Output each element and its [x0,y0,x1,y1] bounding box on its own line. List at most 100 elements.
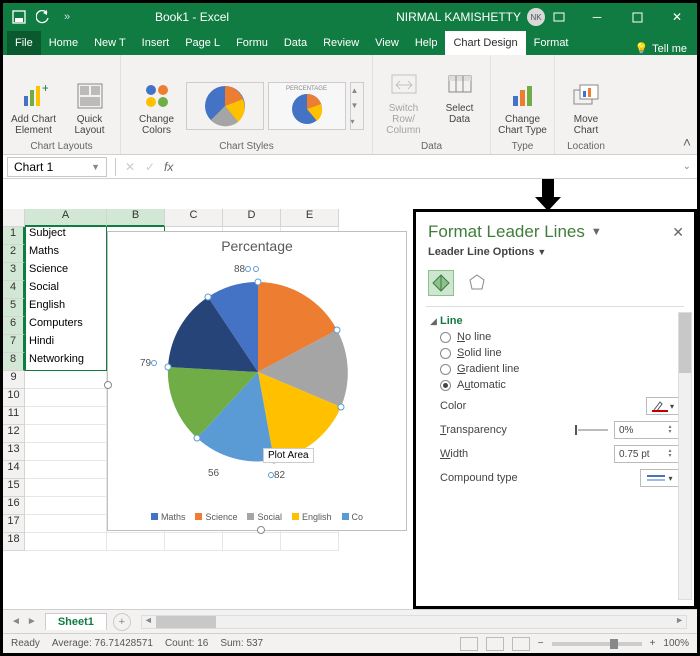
transparency-input[interactable]: 0%▴▾ [614,421,680,439]
cell[interactable]: Social [25,281,107,299]
zoom-out-button[interactable]: − [538,638,544,649]
width-input[interactable]: 0.75 pt▴▾ [614,445,680,463]
cell[interactable]: Networking [25,353,107,371]
data-label-82[interactable]: 82 [274,470,285,481]
cell[interactable]: English [25,299,107,317]
tab-new[interactable]: New T [86,31,134,55]
quick-layout-button[interactable]: Quick Layout [63,78,117,138]
transparency-slider[interactable] [578,429,608,431]
cancel-formula-icon[interactable]: ✕ [120,160,140,174]
row-header[interactable]: 2 [3,245,25,263]
avatar[interactable]: NK [527,8,545,26]
cell[interactable] [25,407,107,425]
row-header[interactable]: 14 [3,461,25,479]
data-label-79[interactable]: 79 [140,358,151,369]
normal-view-button[interactable] [460,637,478,651]
row-header[interactable]: 17 [3,515,25,533]
cell[interactable]: Computers [25,317,107,335]
row-header[interactable]: 8 [3,353,25,371]
fill-line-tab-icon[interactable] [428,270,454,296]
tab-formulas[interactable]: Formu [228,31,276,55]
enter-formula-icon[interactable]: ✓ [140,160,160,174]
row-header[interactable]: 15 [3,479,25,497]
cell[interactable]: Subject [25,227,107,245]
row-header[interactable]: 11 [3,407,25,425]
collapse-ribbon-icon[interactable]: ˄ [683,134,691,150]
pane-subtitle[interactable]: Leader Line Options [428,246,534,258]
row-header[interactable]: 16 [3,497,25,515]
pane-scrollbar[interactable] [678,312,692,600]
minimize-button[interactable]: ─ [577,3,617,31]
compound-type-picker[interactable]: ▾ [640,469,680,487]
select-data-button[interactable]: Select Data [433,67,487,138]
save-icon[interactable] [11,9,27,25]
sheet-nav-next-icon[interactable]: ► [27,616,37,627]
close-button[interactable]: ✕ [657,3,697,31]
cell[interactable] [25,479,107,497]
chevron-down-icon[interactable]: ▼ [91,162,100,172]
cell[interactable]: Maths [25,245,107,263]
col-header-E[interactable]: E [281,209,339,227]
col-header-B[interactable]: B [107,209,165,227]
zoom-slider[interactable] [552,642,642,646]
row-header[interactable]: 5 [3,299,25,317]
effects-tab-icon[interactable] [464,270,490,296]
section-line[interactable]: Line [440,315,463,327]
cell[interactable] [25,515,107,533]
cell[interactable] [165,533,223,551]
row-header[interactable]: 3 [3,263,25,281]
chart-object[interactable]: Percentage [107,231,407,531]
tab-page-layout[interactable]: Page L [177,31,228,55]
add-chart-element-button[interactable]: + Add Chart Element [7,78,61,138]
cell[interactable]: Hindi [25,335,107,353]
tab-file[interactable]: File [7,31,41,55]
close-pane-button[interactable]: ✕ [672,224,684,241]
cell[interactable] [25,425,107,443]
cell[interactable] [25,461,107,479]
row-header[interactable]: 6 [3,317,25,335]
zoom-in-button[interactable]: + [650,638,656,649]
col-header-A[interactable]: A [25,209,107,227]
chart-title[interactable]: Percentage [108,238,406,254]
chart-style-2[interactable]: PERCENTAGE [268,82,346,130]
style-gallery-more[interactable]: ▲▼▾ [350,82,364,130]
row-header[interactable]: 18 [3,533,25,551]
sheet-tab-sheet1[interactable]: Sheet1 [45,613,107,630]
cell[interactable] [25,371,107,389]
radio-no-line[interactable]: No line [440,331,680,343]
tab-chart-design[interactable]: Chart Design [445,31,525,55]
ribbon-display-icon[interactable] [551,9,567,25]
cell[interactable] [25,497,107,515]
radio-solid-line[interactable]: Solid line [440,347,680,359]
radio-automatic[interactable]: Automatic [440,379,680,391]
cell[interactable] [25,389,107,407]
row-header[interactable]: 4 [3,281,25,299]
cell[interactable] [281,533,339,551]
col-header-D[interactable]: D [223,209,281,227]
tab-view[interactable]: View [367,31,407,55]
new-sheet-button[interactable]: + [113,613,131,631]
tab-help[interactable]: Help [407,31,446,55]
cell[interactable]: Science [25,263,107,281]
tab-format[interactable]: Format [526,31,577,55]
col-header-C[interactable]: C [165,209,223,227]
redo-icon[interactable]: » [59,9,75,25]
change-chart-type-button[interactable]: Change Chart Type [496,78,550,138]
color-picker[interactable]: ▾ [646,397,680,415]
data-label-88[interactable]: 88 [234,264,245,275]
fx-icon[interactable]: fx [164,160,173,174]
zoom-level[interactable]: 100% [663,638,689,649]
tab-insert[interactable]: Insert [134,31,178,55]
row-header[interactable]: 7 [3,335,25,353]
data-label-56[interactable]: 56 [208,468,219,479]
cell[interactable] [25,533,107,551]
name-box[interactable]: Chart 1 ▼ [7,157,107,177]
page-layout-view-button[interactable] [486,637,504,651]
undo-icon[interactable] [35,9,51,25]
radio-gradient-line[interactable]: Gradient line [440,363,680,375]
tab-home[interactable]: Home [41,31,86,55]
plot-area[interactable]: 88 79 56 82 [158,272,358,472]
maximize-button[interactable] [617,3,657,31]
row-header[interactable]: 9 [3,371,25,389]
change-colors-button[interactable]: Change Colors [130,78,184,138]
